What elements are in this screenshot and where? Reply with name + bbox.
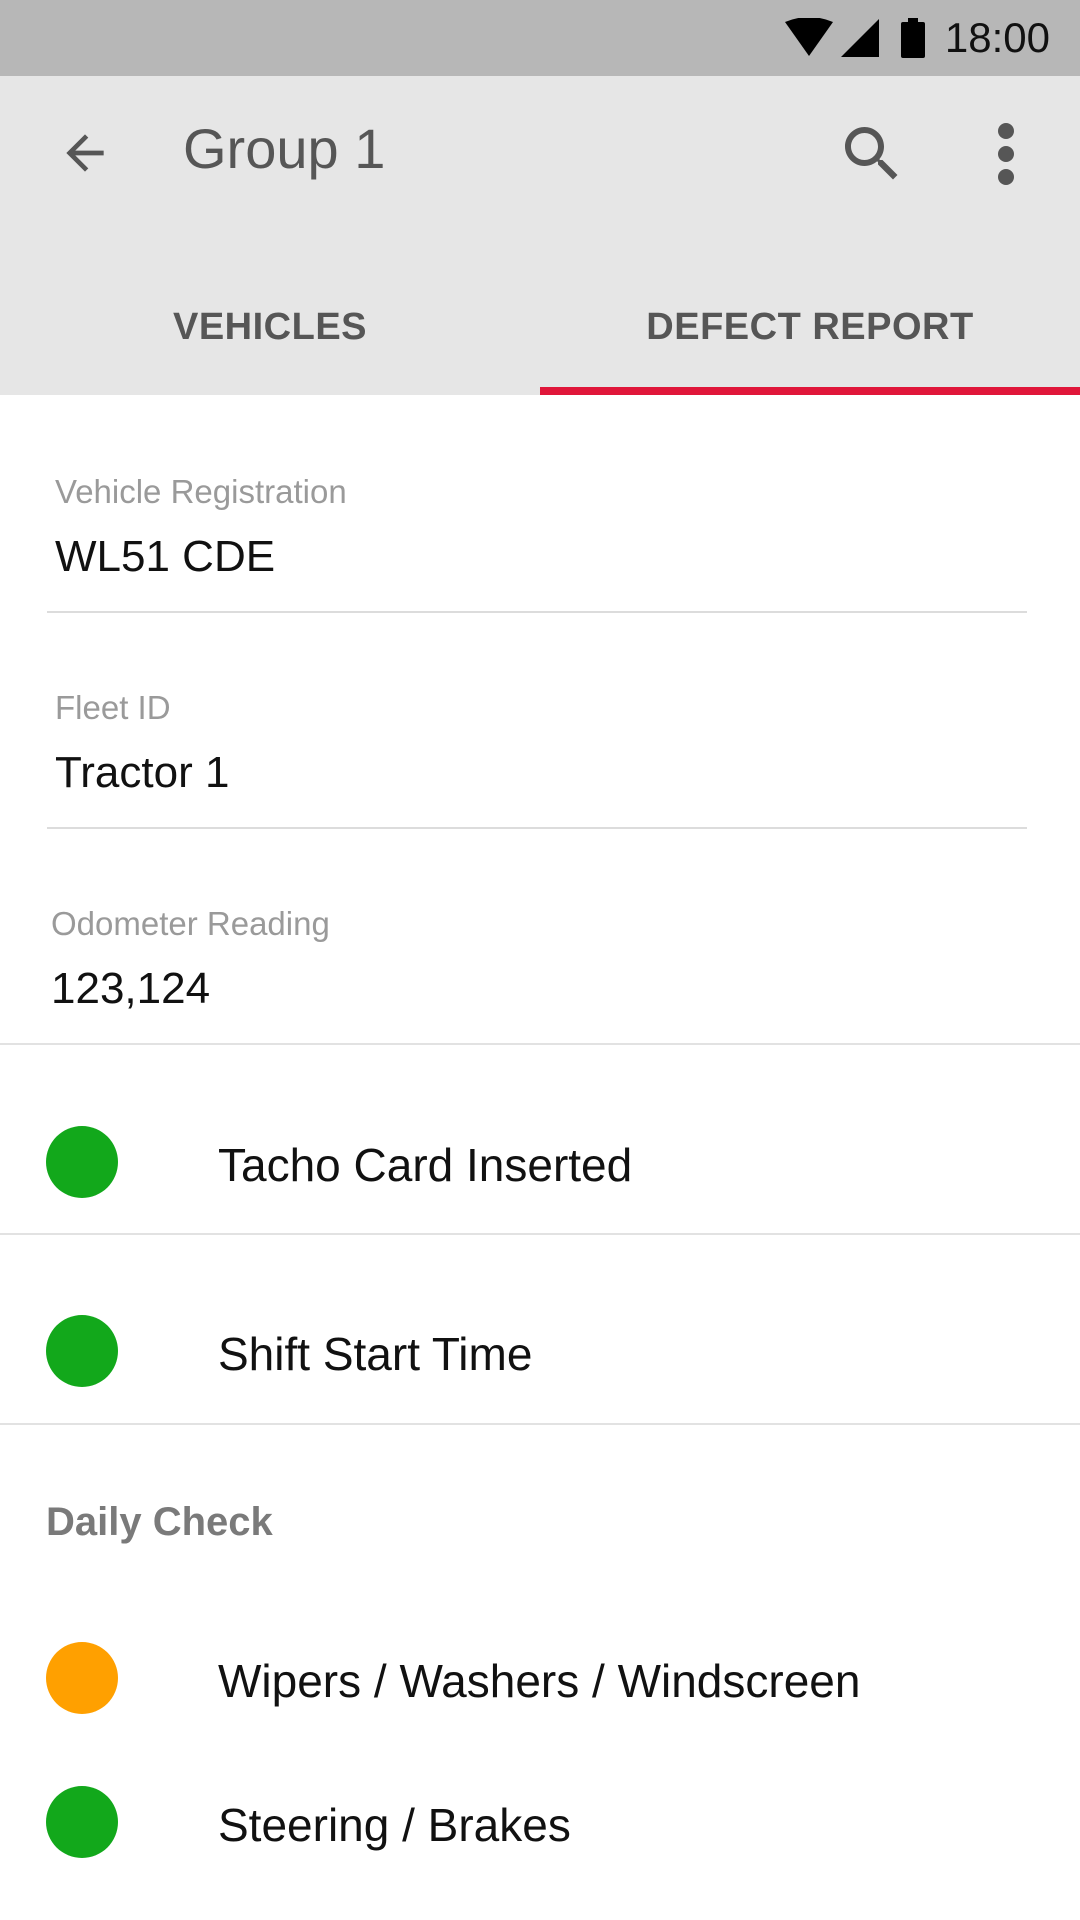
app-bar: Group 1 VEHICLES DEFECT REPORT <box>0 76 1080 395</box>
odometer-field[interactable]: Odometer Reading 123,124 <box>0 829 1080 1045</box>
status-indicator <box>46 1642 118 1714</box>
tab-defect-report[interactable]: DEFECT REPORT <box>540 272 1080 395</box>
status-icons: 18:00 <box>784 0 1050 76</box>
wifi-icon <box>784 18 833 56</box>
status-row-label: Tacho Card Inserted <box>218 1139 633 1191</box>
check-item-wipers[interactable]: Wipers / Washers / Windscreen <box>0 1608 1080 1748</box>
search-icon <box>845 127 898 180</box>
status-row-tacho-card[interactable]: Tacho Card Inserted <box>0 1045 1080 1235</box>
status-row-shift-start[interactable]: Shift Start Time <box>0 1235 1080 1425</box>
page-title: Group 1 <box>183 117 386 180</box>
search-button[interactable] <box>834 116 910 192</box>
status-bar: 18:00 <box>0 0 1080 76</box>
vehicle-registration-value[interactable]: WL51 CDE <box>55 532 275 582</box>
check-item-label: Steering / Brakes <box>218 1799 571 1851</box>
daily-check-header: Daily Check <box>46 1500 273 1544</box>
check-item-label: Wipers / Washers / Windscreen <box>218 1655 861 1707</box>
vehicle-registration-label: Vehicle Registration <box>55 473 347 510</box>
more-vert-icon <box>998 123 1014 185</box>
back-button[interactable] <box>50 118 120 188</box>
odometer-value[interactable]: 123,124 <box>51 964 210 1014</box>
tab-bar: VEHICLES DEFECT REPORT <box>0 272 1080 395</box>
arrow-back-icon <box>66 134 104 172</box>
more-options-button[interactable] <box>976 116 1036 192</box>
check-item-steering[interactable]: Steering / Brakes <box>0 1752 1080 1892</box>
fleet-id-value[interactable]: Tractor 1 <box>55 748 229 798</box>
clock: 18:00 <box>944 14 1050 61</box>
tab-vehicles[interactable]: VEHICLES <box>0 272 540 395</box>
fleet-id-label: Fleet ID <box>55 689 171 726</box>
vehicle-registration-field[interactable]: Vehicle Registration WL51 CDE <box>47 395 1027 613</box>
status-row-label: Shift Start Time <box>218 1328 533 1380</box>
status-indicator <box>46 1315 118 1387</box>
battery-icon <box>900 18 925 58</box>
signal-icon <box>840 19 879 57</box>
odometer-label: Odometer Reading <box>51 905 330 942</box>
status-indicator <box>46 1126 118 1198</box>
fleet-id-field[interactable]: Fleet ID Tractor 1 <box>47 613 1027 829</box>
status-indicator <box>46 1786 118 1858</box>
